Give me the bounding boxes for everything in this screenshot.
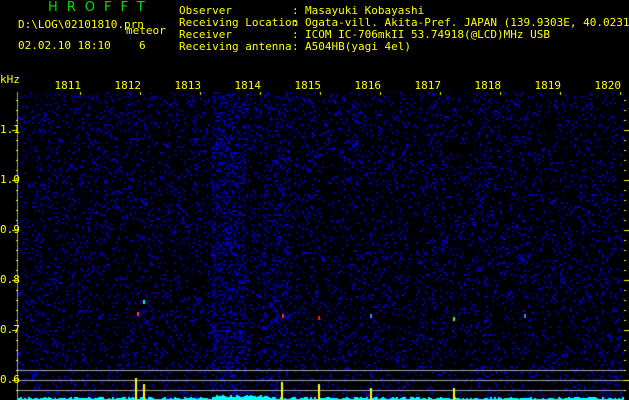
x-tick-label: 1816 <box>354 79 382 92</box>
x-tick-label: 1820 <box>594 79 622 92</box>
y-tick-label: 1.1 <box>0 123 20 136</box>
x-tick-label: 1819 <box>534 79 562 92</box>
y-tick-label: 0.9 <box>0 223 20 236</box>
meteor-count: 6 <box>139 39 146 52</box>
x-tick-label: 1812 <box>114 79 142 92</box>
x-tick-label: 1813 <box>174 79 202 92</box>
info-colon: : <box>292 40 299 53</box>
file-path: D:\LOG\02101810.prn <box>18 18 144 31</box>
x-tick-label: 1815 <box>294 79 322 92</box>
y-tick-label: 0.7 <box>0 323 20 336</box>
x-tick-label: 1811 <box>54 79 82 92</box>
antenna-value: A504HB(yagi 4el) <box>305 40 411 53</box>
x-tick-label: 1817 <box>414 79 442 92</box>
datetime: 02.02.10 18:10 <box>18 39 111 52</box>
info-label: Receiving antenna <box>179 40 292 53</box>
y-unit-label: kHz <box>0 73 20 86</box>
x-tick-label: 1814 <box>234 79 262 92</box>
spectrogram-canvas <box>0 0 629 400</box>
y-tick-label: 0.8 <box>0 273 20 286</box>
app-title: HROFFT <box>48 0 154 15</box>
mode-label: meteor <box>126 24 166 37</box>
y-tick-label: 1.0 <box>0 173 20 186</box>
x-tick-label: 1818 <box>474 79 502 92</box>
y-tick-label: 0.6 <box>0 373 20 386</box>
